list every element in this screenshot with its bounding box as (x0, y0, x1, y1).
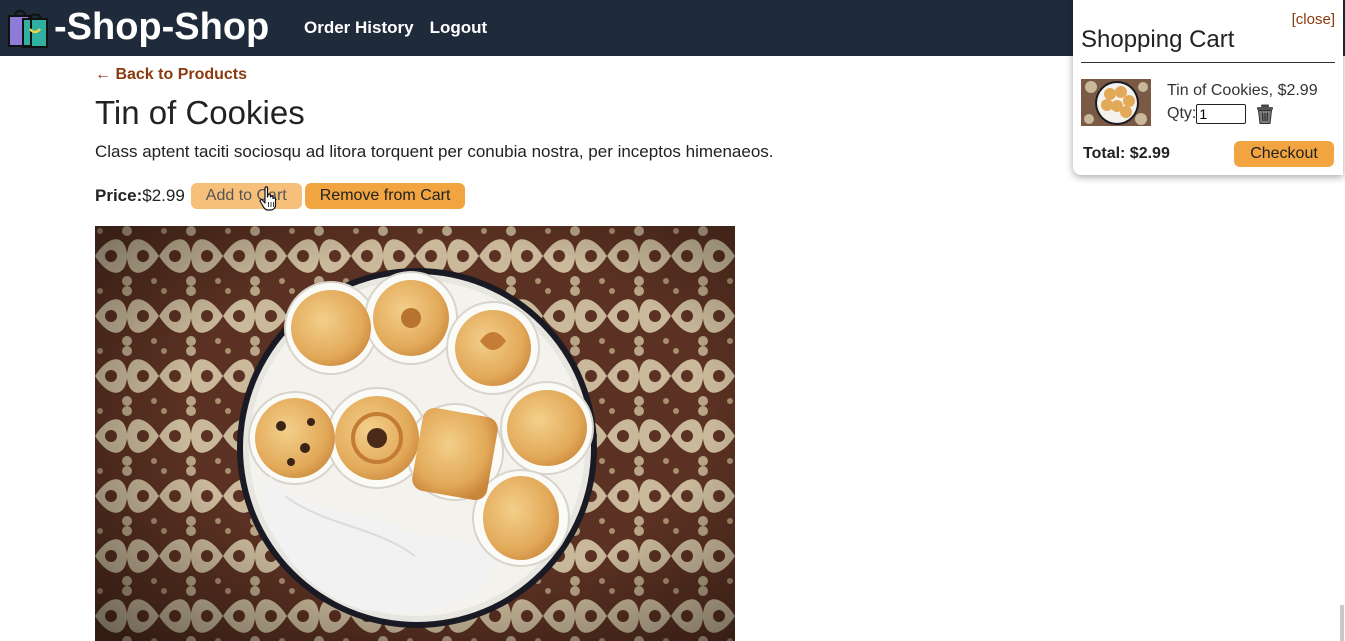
shopping-bag-icon (8, 9, 48, 48)
trash-icon[interactable] (1256, 104, 1274, 124)
cart-title: Shopping Cart (1081, 26, 1235, 53)
price-row: Price: $2.99 Add to Cart Remove from Car… (95, 183, 468, 209)
order-history-link[interactable]: Order History (304, 18, 414, 38)
product-title: Tin of Cookies (95, 94, 305, 131)
scrollbar[interactable] (1340, 605, 1344, 641)
remove-from-cart-button[interactable]: Remove from Cart (304, 183, 466, 209)
cookie-tin-photo-icon (95, 226, 735, 641)
main-nav: Order History Logout (304, 18, 487, 38)
qty-input[interactable] (1196, 104, 1247, 124)
shopping-cart-panel: [close] Shopping Cart Tin of Cookies, $2… (1073, 0, 1343, 175)
cart-total: Total: $2.99 (1083, 145, 1170, 162)
qty-label: Qty: (1167, 105, 1197, 122)
cookie-tin-thumbnail-icon (1081, 79, 1151, 126)
brand-name: -Shop-Shop (54, 6, 270, 48)
price-value: $2.99 (142, 186, 185, 205)
cart-divider (1081, 62, 1335, 63)
cart-item-qty-row: Qty: (1167, 104, 1274, 124)
product-image (95, 226, 735, 641)
back-to-products-link[interactable]: ← Back to Products (95, 66, 247, 84)
checkout-button[interactable]: Checkout (1234, 141, 1334, 167)
product-description: Class aptent taciti sociosqu ad litora t… (95, 142, 774, 161)
price-label: Price: (95, 186, 143, 205)
cart-close-button[interactable]: [close] (1292, 11, 1335, 28)
add-to-cart-button[interactable]: Add to Cart (190, 183, 302, 209)
logo[interactable]: -Shop-Shop (6, 5, 269, 49)
logout-link[interactable]: Logout (430, 18, 488, 38)
cart-item-name: Tin of Cookies, $2.99 (1167, 82, 1318, 99)
cart-item-thumbnail (1081, 79, 1151, 126)
